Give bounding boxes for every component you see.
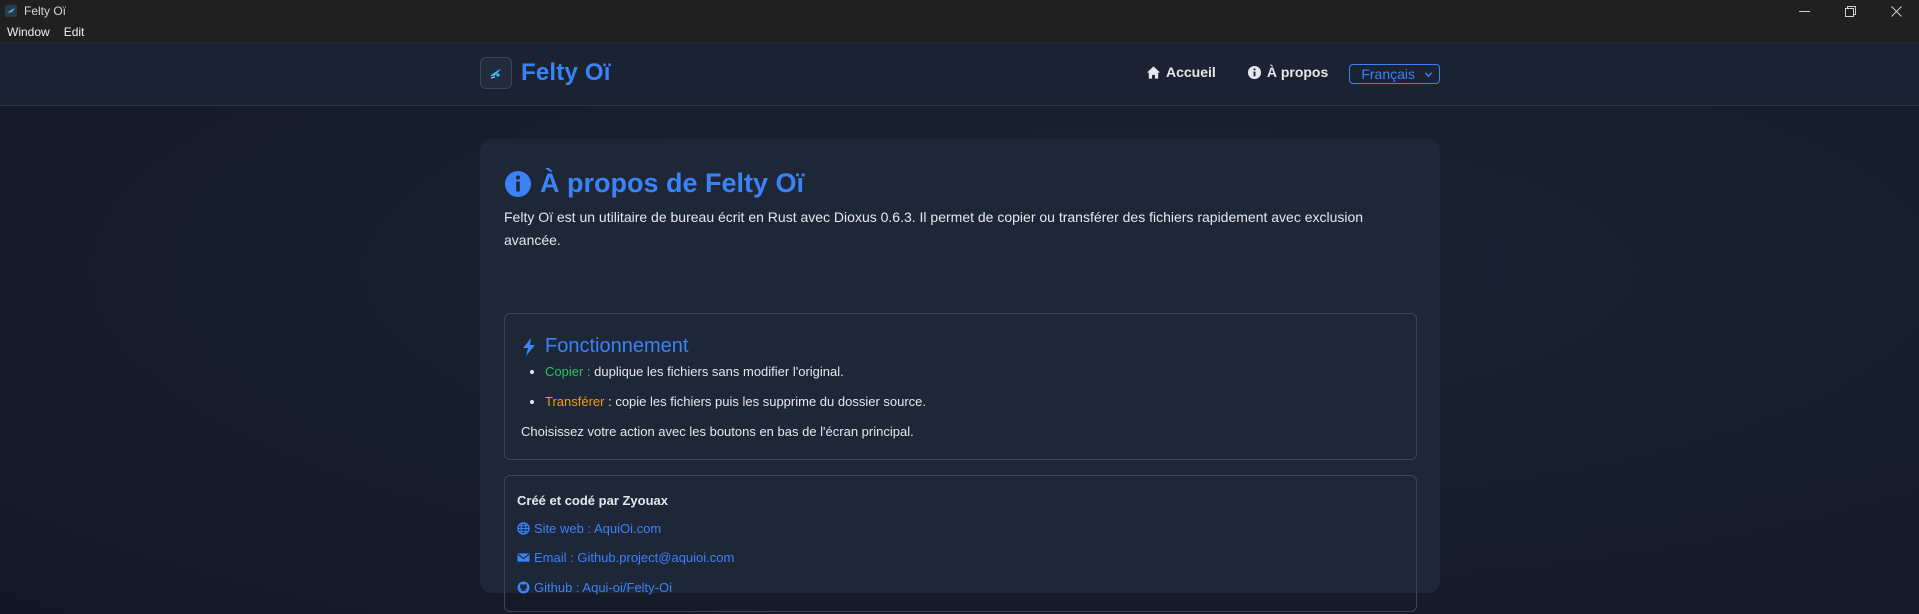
- close-icon: [1890, 5, 1902, 17]
- brand[interactable]: Felty Oï: [480, 57, 611, 89]
- menu-bar: Window Edit: [0, 22, 1919, 43]
- app-content: Felty Oï Accueil À propos Français À pro…: [0, 43, 1919, 614]
- logo-icon: [480, 57, 512, 89]
- chevron-down-icon: [1424, 71, 1433, 77]
- restore-button[interactable]: [1827, 0, 1873, 22]
- copy-desc: duplique les fichiers sans modifier l'or…: [590, 364, 844, 379]
- window-title: Felty Oï: [24, 4, 67, 18]
- copy-term: Copier :: [545, 364, 591, 379]
- nav-home[interactable]: Accueil: [1146, 64, 1216, 80]
- brand-name: Felty Oï: [521, 59, 611, 86]
- how-heading: Fonctionnement: [521, 335, 688, 358]
- language-select[interactable]: Français: [1349, 64, 1440, 84]
- transfer-term: Transférer: [545, 394, 605, 409]
- nav-home-label: Accueil: [1166, 64, 1216, 80]
- about-title: À propos de Felty Oï: [504, 168, 804, 199]
- action-note: Choisissez votre action avec les boutons…: [521, 424, 914, 439]
- transfer-desc: : copie les fichiers puis les supprime d…: [604, 394, 927, 409]
- intro-text: Felty Oï est un utilitaire de bureau écr…: [504, 209, 1364, 248]
- email-link-label: Email : Github.project@aquioi.com: [534, 550, 735, 565]
- app-icon: [5, 5, 17, 17]
- minimize-icon: [1798, 10, 1810, 12]
- title-bar: Felty Oï: [0, 0, 1919, 22]
- navbar: Felty Oï Accueil À propos Français: [0, 43, 1919, 106]
- window-controls: [1781, 0, 1919, 22]
- github-link-label: Github : Aqui-oi/Felty-Oi: [534, 580, 672, 595]
- menu-window[interactable]: Window: [0, 22, 57, 43]
- restore-icon: [1844, 5, 1856, 17]
- website-link-label: Site web : AquiOi.com: [534, 521, 662, 536]
- email-link[interactable]: Email : Github.project@aquioi.com: [517, 550, 734, 565]
- globe-icon: [517, 522, 530, 535]
- list-item: Copier : duplique les fichiers sans modi…: [545, 364, 926, 380]
- github-link[interactable]: Github : Aqui-oi/Felty-Oi: [517, 580, 672, 595]
- nav-about[interactable]: À propos: [1247, 64, 1328, 80]
- nav-about-label: À propos: [1266, 64, 1329, 80]
- home-icon: [1146, 65, 1161, 79]
- how-heading-label: Fonctionnement: [545, 335, 689, 357]
- page-title: À propos de Felty Oï: [540, 168, 805, 198]
- bolt-icon: [523, 337, 535, 356]
- language-value: Français: [1361, 66, 1415, 82]
- credits-box: Créé et codé par Zyouax Site web : AquiO…: [504, 475, 1417, 612]
- envelope-icon: [517, 553, 530, 562]
- info-circle-icon: [505, 170, 531, 197]
- close-button[interactable]: [1873, 0, 1919, 22]
- how-list: Copier : duplique les fichiers sans modi…: [545, 364, 926, 424]
- info-icon: [1247, 65, 1261, 79]
- author-credit: Créé et codé par Zyouax: [517, 493, 668, 508]
- menu-edit[interactable]: Edit: [57, 22, 92, 43]
- website-link[interactable]: Site web : AquiOi.com: [517, 521, 661, 536]
- minimize-button[interactable]: [1781, 0, 1827, 22]
- nav-links: Accueil À propos: [1146, 64, 1359, 80]
- how-it-works-box: Fonctionnement Copier : duplique les fic…: [504, 313, 1417, 460]
- github-icon: [517, 581, 530, 594]
- list-item: Transférer : copie les fichiers puis les…: [545, 394, 926, 410]
- about-card: À propos de Felty Oï Felty Oï est un uti…: [480, 139, 1440, 612]
